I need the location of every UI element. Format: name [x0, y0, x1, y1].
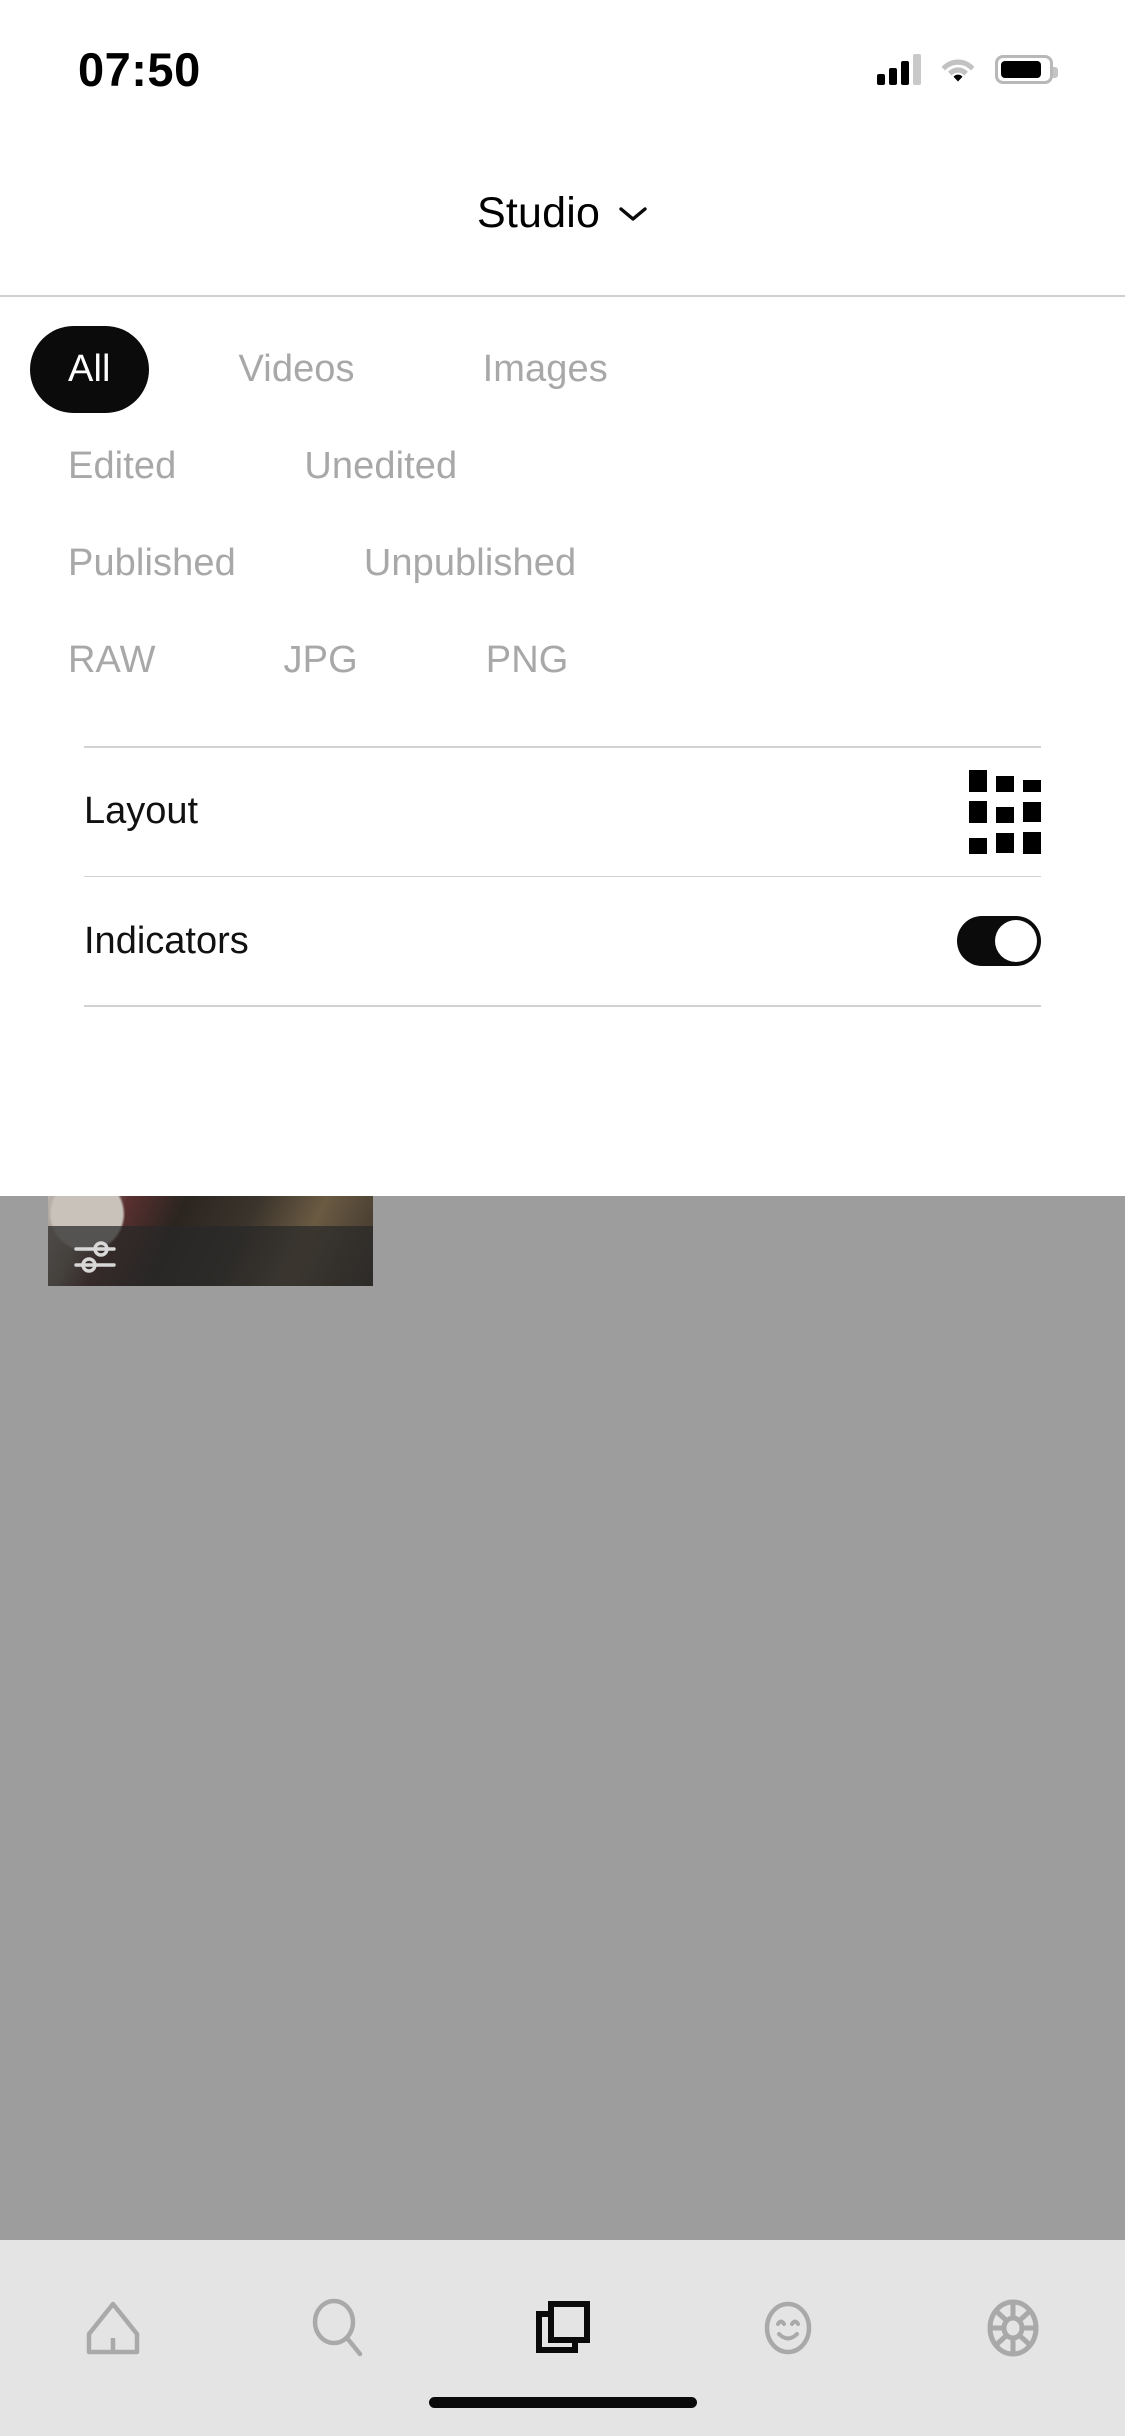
filter-chip-unpublished[interactable]: Unpublished — [326, 520, 614, 607]
battery-icon — [995, 54, 1058, 84]
filter-row-edit-state: Edited Unedited — [0, 423, 1125, 510]
filter-chip-jpg[interactable]: JPG — [246, 617, 396, 704]
filter-chip-videos[interactable]: Videos — [201, 326, 393, 413]
layers-icon — [535, 2301, 590, 2353]
setting-label-indicators: Indicators — [84, 919, 249, 962]
gallery-backdrop — [0, 1196, 1125, 2392]
filter-chip-png[interactable]: PNG — [448, 617, 607, 704]
setting-row-indicators[interactable]: Indicators — [84, 877, 1041, 1005]
gallery-thumbnail[interactable] — [48, 1196, 373, 1286]
filter-chip-all[interactable]: All — [30, 326, 149, 413]
tab-studio[interactable] — [450, 2278, 675, 2378]
wifi-icon — [941, 59, 975, 82]
status-indicators — [877, 47, 1058, 85]
smiley-face-icon — [764, 2301, 811, 2355]
search-icon — [312, 2298, 362, 2357]
cellular-signal-icon — [877, 53, 921, 85]
tab-discover[interactable] — [900, 2278, 1125, 2378]
thumbnail-indicator-bar — [48, 1226, 373, 1286]
filter-chip-raw[interactable]: RAW — [30, 617, 194, 704]
app-screen: 07:50 Studio All Videos Images Edited Un… — [0, 0, 1125, 2436]
indicators-toggle[interactable] — [957, 916, 1041, 966]
chevron-down-icon — [619, 206, 647, 221]
tab-profile[interactable] — [675, 2278, 900, 2378]
home-indicator[interactable] — [428, 2397, 697, 2408]
filter-chip-images[interactable]: Images — [445, 326, 646, 413]
filter-chip-unedited[interactable]: Unedited — [266, 423, 495, 510]
toggle-knob — [995, 920, 1037, 962]
setting-label-layout: Layout — [84, 790, 199, 832]
nav-header: Studio — [0, 132, 1125, 295]
filter-row-media-type: All Videos Images — [0, 326, 1125, 413]
filter-chip-edited[interactable]: Edited — [30, 423, 214, 510]
tab-search[interactable] — [225, 2278, 450, 2378]
panel-settings: Layout Indicators — [0, 746, 1125, 1007]
tab-home[interactable] — [0, 2278, 225, 2378]
filter-panel: All Videos Images Edited Unedited Publis… — [0, 296, 1125, 1196]
sliders-adjustments-icon — [74, 1241, 116, 1273]
studio-title-dropdown[interactable]: Studio — [477, 189, 648, 238]
filter-row-file-format: RAW JPG PNG — [0, 617, 1125, 704]
setting-row-layout[interactable]: Layout — [84, 748, 1041, 876]
status-time: 07:50 — [78, 42, 201, 96]
filter-chip-published[interactable]: Published — [30, 520, 274, 607]
settings-divider-bottom — [84, 1005, 1041, 1007]
home-icon — [86, 2301, 139, 2355]
status-bar: 07:50 — [0, 0, 1125, 132]
wheel-icon — [987, 2299, 1038, 2357]
filter-row-publish-state: Published Unpublished — [0, 520, 1125, 607]
grid-3x3-icon[interactable] — [969, 769, 1041, 854]
header-divider — [0, 295, 1125, 297]
page-title: Studio — [476, 189, 601, 237]
